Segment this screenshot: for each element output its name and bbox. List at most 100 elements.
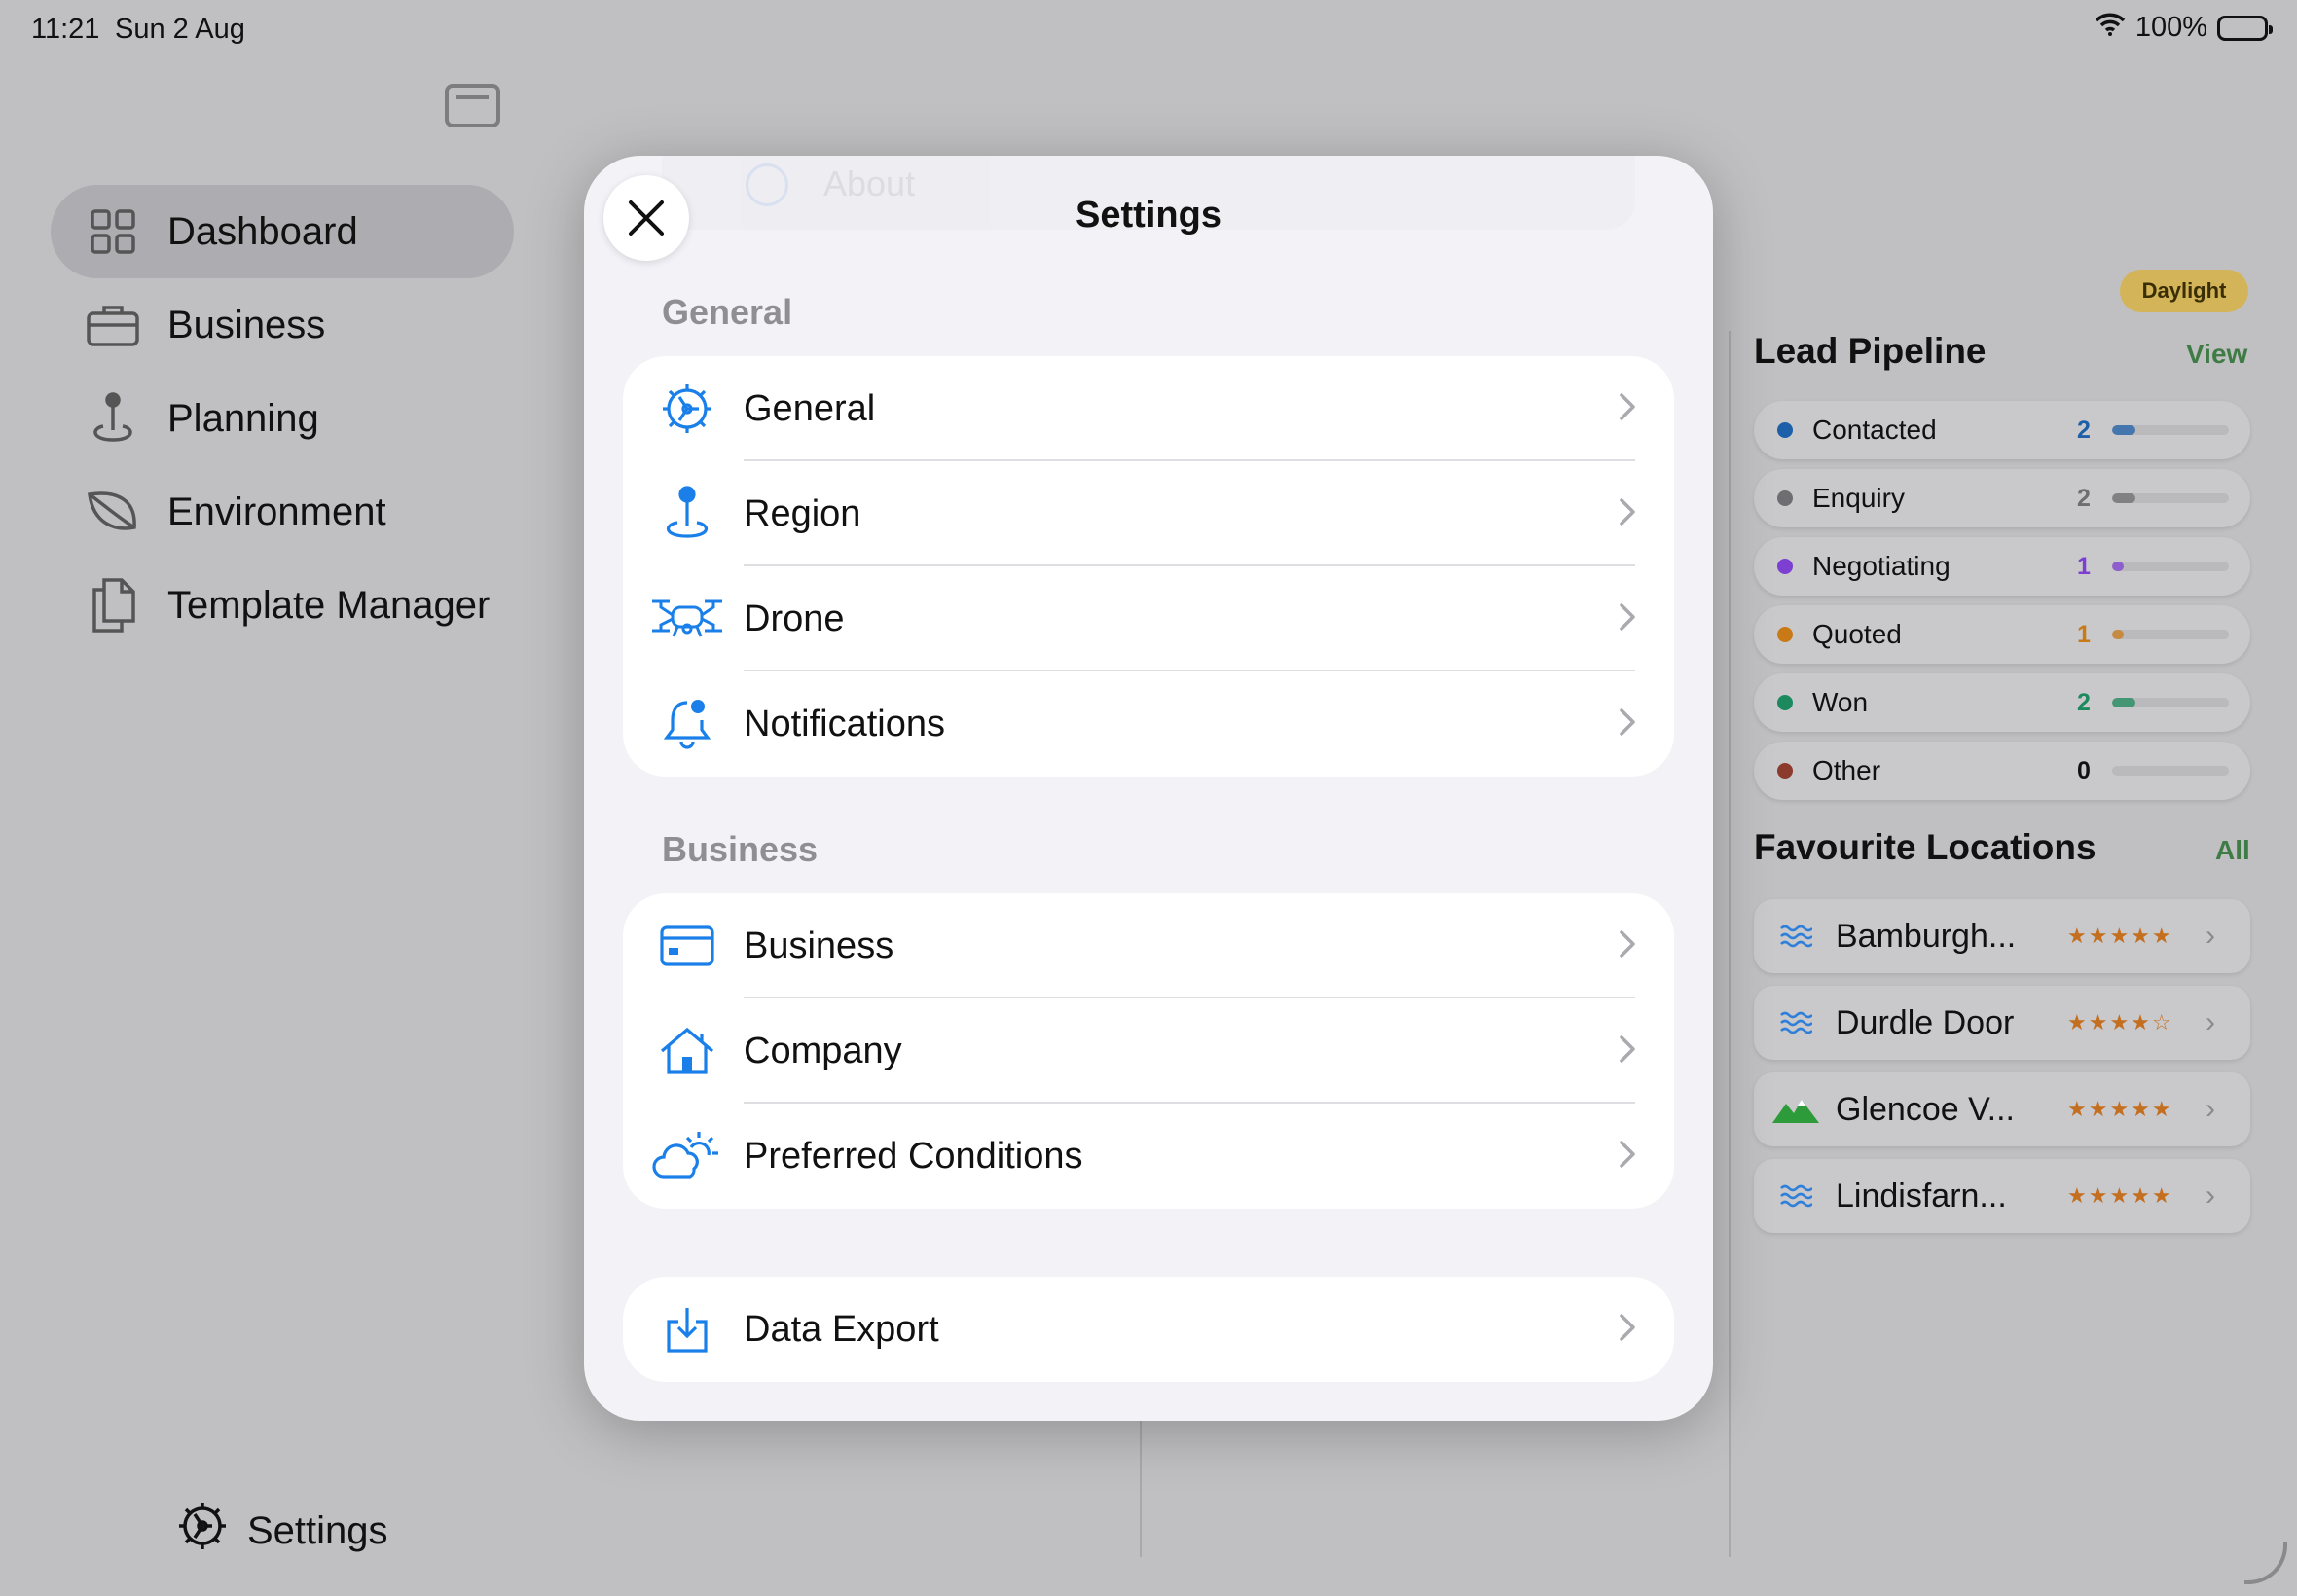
settings-row-preferred-conditions[interactable]: Preferred Conditions: [623, 1104, 1674, 1209]
daylight-badge: Daylight: [2120, 270, 2248, 312]
settings-row-company[interactable]: Company: [623, 998, 1674, 1104]
settings-row-region[interactable]: Region: [623, 461, 1674, 566]
row-label: General: [744, 387, 876, 429]
location-name: Durdle Door: [1836, 1003, 2015, 1041]
row-label: Preferred Conditions: [744, 1135, 1083, 1177]
pipeline-stage-label: Quoted: [1812, 619, 1902, 649]
star-rating: ★★★★★: [2067, 1097, 2173, 1121]
pipeline-stage-count: 0: [2077, 756, 2091, 784]
row-label: Company: [744, 1030, 902, 1071]
mountains-icon: [1771, 1096, 1820, 1123]
pipeline-stage-label: Other: [1812, 755, 1881, 785]
row-label: Business: [744, 925, 894, 966]
sidebar-item-template-manager[interactable]: Template Manager: [51, 559, 514, 652]
sidebar-item-business[interactable]: Business: [51, 278, 514, 372]
pipeline-progress-bar: [2112, 562, 2229, 571]
settings-row-general[interactable]: General: [623, 356, 1674, 461]
chevron-right-icon: ›: [2206, 1006, 2215, 1038]
sidebar-item-label: Template Manager: [167, 583, 491, 627]
briefcase-icon: [84, 296, 142, 354]
resize-handle[interactable]: [2244, 1542, 2287, 1584]
pipeline-stage-count: 2: [2077, 688, 2091, 716]
lead-pipeline-view-link[interactable]: View: [2186, 339, 2247, 370]
sidebar-settings-label: Settings: [247, 1508, 388, 1552]
settings-row-notifications[interactable]: Notifications: [623, 671, 1674, 777]
favourite-location-row[interactable]: Glencoe V... ★★★★★ ›: [1754, 1072, 2250, 1146]
sidebar-item-label: Planning: [167, 396, 319, 440]
favourite-location-row[interactable]: Bamburgh... ★★★★★ ›: [1754, 899, 2250, 973]
settings-modal: About Settings General General Region Dr…: [584, 156, 1713, 1421]
status-dot: [1777, 422, 1793, 438]
status-time: 11:21: [31, 14, 100, 45]
status-dot: [1777, 763, 1793, 779]
status-date: Sun 2 Aug: [115, 14, 245, 45]
status-dot: [1777, 627, 1793, 642]
row-label: Notifications: [744, 703, 945, 744]
map-pin-icon: [648, 486, 726, 542]
sidebar-item-dashboard[interactable]: Dashboard: [51, 185, 514, 278]
chevron-right-icon: [1620, 1140, 1635, 1173]
location-name: Glencoe V...: [1836, 1090, 2015, 1128]
battery-percent: 100%: [2134, 12, 2207, 43]
settings-row-drone[interactable]: Drone: [623, 566, 1674, 671]
settings-row-business[interactable]: Business: [623, 893, 1674, 998]
pipeline-row[interactable]: Other 0: [1754, 742, 2250, 800]
favourite-location-row[interactable]: Lindisfarn... ★★★★★ ›: [1754, 1159, 2250, 1233]
pipeline-stage-label: Negotiating: [1812, 551, 1951, 581]
sidebar-item-label: Business: [167, 303, 326, 346]
battery-icon: [2217, 15, 2273, 41]
cloud-sun-icon: [648, 1130, 726, 1182]
waves-icon: [1771, 1182, 1820, 1210]
favourite-locations-all-link[interactable]: All: [2215, 835, 2250, 866]
settings-group-export: Data Export: [623, 1277, 1674, 1382]
pipeline-progress-bar: [2112, 766, 2229, 776]
location-name: Bamburgh...: [1836, 917, 2017, 955]
pipeline-stage-count: 2: [2077, 416, 2091, 444]
status-dot: [1777, 695, 1793, 710]
pipeline-progress-bar: [2112, 493, 2229, 503]
leaf-icon: [84, 483, 142, 541]
pipeline-stage-label: Won: [1812, 687, 1869, 717]
row-label: Drone: [744, 598, 845, 639]
settings-row-data-export[interactable]: Data Export: [623, 1277, 1674, 1382]
favourite-location-row[interactable]: Durdle Door ★★★★☆ ›: [1754, 986, 2250, 1060]
lead-pipeline-title: Lead Pipeline: [1754, 331, 1987, 371]
pipeline-row[interactable]: Contacted 2: [1754, 401, 2250, 459]
section-header-general: General: [662, 292, 793, 332]
pipeline-stage-label: Enquiry: [1812, 483, 1905, 513]
pipeline-row[interactable]: Enquiry 2: [1754, 469, 2250, 527]
status-dot: [1777, 490, 1793, 506]
chevron-right-icon: [1620, 1034, 1635, 1068]
pipeline-stage-count: 2: [2077, 484, 2091, 512]
pipeline-row[interactable]: Negotiating 1: [1754, 537, 2250, 596]
sidebar-settings-link[interactable]: Settings: [175, 1499, 388, 1563]
chevron-right-icon: ›: [2206, 920, 2215, 952]
house-icon: [648, 1026, 726, 1076]
chevron-right-icon: [1620, 707, 1635, 741]
pipeline-stage-count: 1: [2077, 620, 2091, 648]
grid-icon: [84, 202, 142, 261]
chevron-right-icon: ›: [2206, 1093, 2215, 1125]
sidebar-item-environment[interactable]: Environment: [51, 465, 514, 559]
sidebar-toggle-button[interactable]: [445, 84, 500, 127]
pipeline-row[interactable]: Won 2: [1754, 673, 2250, 732]
modal-title: Settings: [1076, 195, 1221, 236]
pipeline-progress-bar: [2112, 630, 2229, 639]
chevron-right-icon: [1620, 602, 1635, 635]
pipeline-progress-bar: [2112, 425, 2229, 435]
settings-group-business: Business Company Preferred Conditions: [623, 893, 1674, 1209]
pipeline-stage-count: 1: [2077, 552, 2091, 580]
status-indicators: 100%: [2095, 12, 2273, 44]
chevron-right-icon: [1620, 1313, 1635, 1346]
column-divider: [1729, 331, 1731, 1557]
sidebar-item-planning[interactable]: Planning: [51, 372, 514, 465]
row-label: Region: [744, 492, 861, 534]
drone-icon: [648, 592, 726, 646]
waves-icon: [1771, 1009, 1820, 1036]
star-rating: ★★★★★: [2067, 924, 2173, 948]
pipeline-row[interactable]: Quoted 1: [1754, 605, 2250, 664]
section-header-business: Business: [662, 829, 819, 869]
wifi-icon: [2095, 12, 2126, 44]
chevron-right-icon: ›: [2206, 1179, 2215, 1212]
sidebar-item-label: Dashboard: [167, 209, 358, 253]
